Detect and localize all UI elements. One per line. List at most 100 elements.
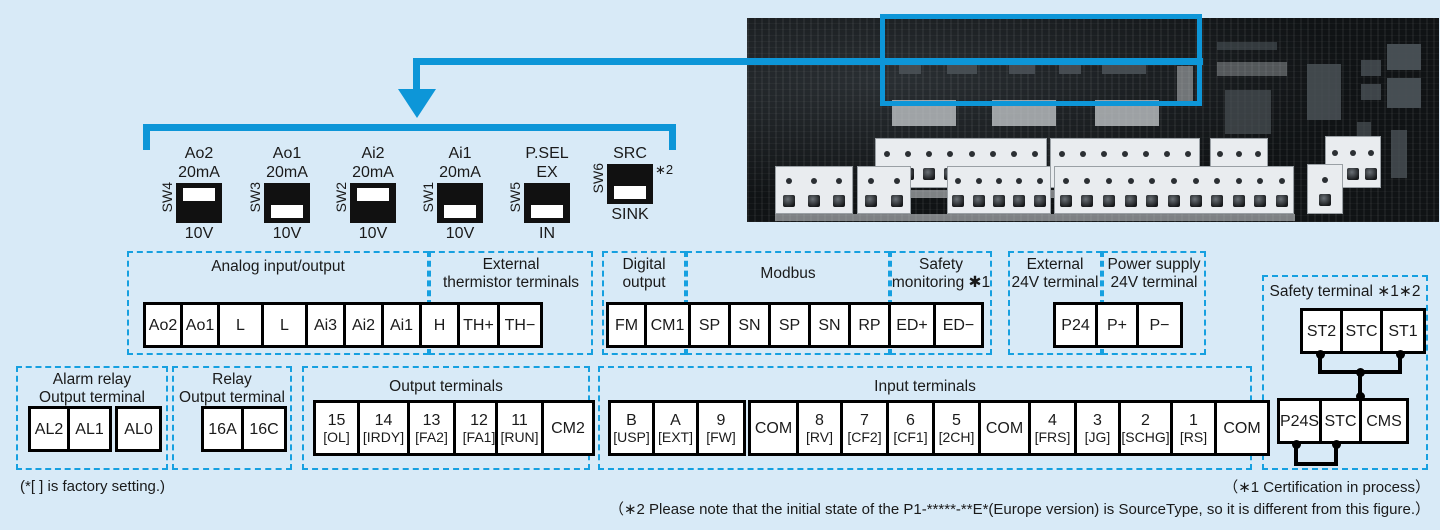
terminal-cell[interactable]: 15 [OL] [316,403,360,453]
switch-off-label: 10V [184,225,214,242]
switch-bracket-left [143,124,150,150]
terminal-function: [JG] [1084,428,1111,445]
terminal-cell[interactable]: B [USP] [611,403,655,453]
terminal-function: [USP] [613,428,650,445]
switch-body[interactable]: SW3 [247,182,310,223]
strip-safety-bottom[interactable]: P24S STC CMS [1277,398,1409,444]
terminal-cell[interactable]: SN [731,305,771,345]
strip-input-b[interactable]: COM 8 [RV] 7 [CF2] 6 [CF1] 5 [2CH] COM 4… [748,400,1270,456]
terminal-cell[interactable]: 9 [FW] [699,403,743,453]
strip-digital-modbus-safety[interactable]: FM CM1 SP SN SP SN RP ED+ ED− [606,302,984,348]
switch-body[interactable]: SW6 ∗2 [590,162,673,204]
terminal-cell[interactable]: STC [1322,401,1362,441]
terminal-number: COM [985,419,1024,437]
terminal-label: AL2 [34,420,64,438]
terminal-cell[interactable]: 6 [CF1] [889,403,935,453]
terminal-cell[interactable]: AL1 [70,409,109,449]
terminal-cell[interactable]: P+ [1098,305,1139,345]
terminal-cell[interactable]: P24 [1056,305,1098,345]
terminal-cell[interactable]: 14 [IRDY] [360,403,410,453]
terminal-cell[interactable]: RP [851,305,891,345]
terminal-function: [FA1] [462,428,496,445]
terminal-cell[interactable]: 16C [244,409,284,449]
terminal-cell[interactable]: 2 [SCHG] [1121,403,1173,453]
footnote-marker-star2: ∗2 [655,162,674,177]
terminal-function: [RUN] [500,428,539,445]
terminal-cell[interactable]: L [220,305,264,345]
terminal-function: [FRS] [1034,428,1071,445]
strip-analog-thermistor[interactable]: Ao2 Ao1 L L Ai3 Ai2 Ai1 H TH+ TH− [143,302,543,348]
terminal-cell[interactable]: Ao2 [146,305,183,345]
terminal-cell[interactable]: Ao1 [183,305,220,345]
terminal-cell[interactable]: P24S [1280,401,1322,441]
switch-top-label: P.SEL [525,145,569,162]
terminal-cell[interactable]: 1 [RS] [1173,403,1217,453]
terminal-cell[interactable]: SP [691,305,731,345]
terminal-cell[interactable]: COM [981,403,1031,453]
strip-safety-top[interactable]: ST2 STC ST1 [1300,308,1426,354]
terminal-function: [CF1] [893,428,928,445]
terminal-cell[interactable]: COM [1217,403,1267,453]
switch-body[interactable]: SW5 [507,182,570,223]
terminal-cell[interactable]: AL2 [31,409,70,449]
terminal-cell[interactable]: 13 [FA2] [410,403,456,453]
strip-24v[interactable]: P24 P+ P− [1053,302,1183,348]
terminal-cell[interactable]: AL0 [118,409,159,449]
strip-output-b[interactable]: 11 [RUN] CM2 [495,400,595,456]
switch-name: SW6 [590,163,606,194]
terminal-cell[interactable]: Ai3 [308,305,346,345]
switch-lever[interactable] [531,205,563,218]
small-part-2 [1361,84,1381,100]
strip-alarm-relay-a[interactable]: AL2 AL1 [28,406,112,452]
component-cluster [1225,90,1271,134]
terminal-cell[interactable]: CM1 [647,305,691,345]
switch-lever[interactable] [444,205,476,218]
silk-line-1 [1217,42,1277,50]
terminal-cell[interactable]: COM [751,403,799,453]
switch-lever[interactable] [614,186,646,199]
terminal-cell[interactable]: ED− [936,305,981,345]
terminal-cell[interactable]: Ai2 [346,305,384,345]
strip-relay[interactable]: 16A 16C [201,406,287,452]
terminal-cell[interactable]: STC [1343,311,1383,351]
terminal-cell[interactable]: Ai1 [384,305,422,345]
terminal-cell[interactable]: 7 [CF2] [843,403,889,453]
relay-component [1307,64,1341,120]
terminal-cell[interactable]: CMS [1362,401,1406,441]
terminal-cell[interactable]: H [422,305,460,345]
terminal-number: A [670,411,681,429]
switch-lever[interactable] [271,205,303,218]
terminal-function: [RV] [806,428,833,445]
strip-input-a[interactable]: B [USP] A [EXT] 9 [FW] [608,400,746,456]
terminal-cell[interactable]: 4 [FRS] [1031,403,1077,453]
terminal-label: SP [778,316,801,334]
terminal-cell[interactable]: 5 [2CH] [935,403,981,453]
terminal-cell[interactable]: ED+ [891,305,936,345]
terminal-cell[interactable]: L [264,305,308,345]
switch-body[interactable]: SW2 [333,182,396,223]
switch-on-label: EX [536,164,558,181]
terminal-cell[interactable]: SN [811,305,851,345]
terminal-cell[interactable]: FM [609,305,647,345]
terminal-cell[interactable]: P− [1139,305,1180,345]
strip-alarm-relay-b[interactable]: AL0 [115,406,162,452]
switch-body[interactable]: SW4 [159,182,222,223]
terminal-cell[interactable]: SP [771,305,811,345]
terminal-cell[interactable]: CM2 [544,403,592,453]
terminal-cell[interactable]: A [EXT] [655,403,699,453]
terminal-cell[interactable]: ST1 [1383,311,1423,351]
terminal-cell[interactable]: 3 [JG] [1077,403,1121,453]
terminal-label: L [280,316,289,334]
terminal-cell[interactable]: ST2 [1303,311,1343,351]
terminal-cell[interactable]: TH− [500,305,540,345]
terminal-cell[interactable]: TH+ [460,305,500,345]
switch-body[interactable]: SW1 [420,182,483,223]
strip-output-a[interactable]: 15 [OL] 14 [IRDY] 13 [FA2] 12 [FA1] [313,400,505,456]
switch-lever[interactable] [357,188,389,201]
terminal-label: FM [614,316,639,334]
switch-top-label: Ao1 [272,145,302,162]
switch-lever[interactable] [183,188,215,201]
terminal-cell[interactable]: 11 [RUN] [498,403,544,453]
terminal-cell[interactable]: 16A [204,409,244,449]
terminal-cell[interactable]: 8 [RV] [799,403,843,453]
